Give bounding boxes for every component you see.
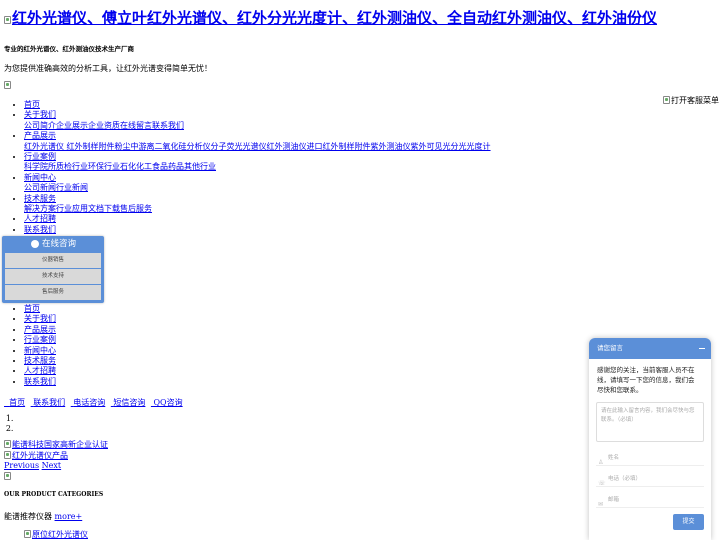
carousel-controls: Previous Next — [4, 461, 108, 472]
nav-link-home[interactable]: 首页 — [24, 100, 40, 109]
quick-link-phone[interactable]: 电话咨询 — [71, 398, 105, 407]
quick-link-qq[interactable]: QQ咨询 — [151, 398, 182, 407]
consult-aftersale-button[interactable]: 售后服务 — [5, 285, 101, 300]
banner-image-3 — [4, 471, 108, 483]
nav2-item: 人才招聘 — [24, 366, 56, 376]
nav2-link-contact[interactable]: 联系我们 — [24, 377, 56, 386]
online-consult-title: 在线咨询 — [42, 239, 77, 249]
recommend-item[interactable]: 原位红外光谱仪 — [24, 529, 88, 540]
nav-item-about: 关于我们公司简介企业展示企业资质在线留言联系我们 — [24, 110, 491, 131]
submit-button[interactable]: 提交 — [673, 514, 704, 530]
nav-link-products[interactable]: 产品展示 — [24, 131, 56, 140]
tagline-strong: 专业的红外光谱仪、红外测油仪技术生产厂商 — [4, 45, 134, 53]
nav-item-news: 新闻中心公司新闻行业新闻 — [24, 173, 491, 194]
quick-link-sms[interactable]: 短信咨询 — [111, 398, 145, 407]
carousel-prev-button[interactable]: Previous — [4, 461, 39, 470]
phone-icon: ☏ — [598, 480, 606, 487]
broken-image-icon — [4, 16, 11, 24]
nav-sub-news[interactable]: 公司新闻行业新闻 — [0, 183, 491, 193]
nav2-link-jobs[interactable]: 人才招聘 — [24, 366, 56, 375]
nav-item-products: 产品展示红外光谱仪 红外制样附件粉尘中游离二氧化硅分析仪分子荧光光谱仪红外测油仪… — [24, 131, 491, 152]
phone-placeholder: 电话（必填） — [608, 476, 642, 482]
nav2-link-products[interactable]: 产品展示 — [24, 325, 56, 334]
chat-bubble-icon — [31, 240, 39, 248]
nav2-item: 新闻中心 — [24, 346, 56, 356]
email-field[interactable]: ✉ 邮箱 — [596, 493, 704, 508]
nav2-link-about[interactable]: 关于我们 — [24, 314, 56, 323]
message-textarea[interactable]: 请在此输入留言内容，我们会尽快与您联系。（必填） — [596, 402, 704, 442]
open-service-menu-button[interactable]: 打开客服菜单 — [663, 95, 719, 106]
quick-link-home[interactable]: 首页 — [4, 398, 25, 407]
recommend-item-alt[interactable]: 原位红外光谱仪 — [32, 530, 88, 539]
banner-alt-2[interactable]: 红外光谱仪产品 — [12, 451, 68, 460]
nav2-item: 首页 — [24, 304, 56, 314]
nav-link-news[interactable]: 新闻中心 — [24, 173, 56, 182]
offline-notice: 感谢您的关注，当前客服人员不在 线，请填写一下您的信息，我们会 尽快和您联系。 — [597, 366, 695, 394]
consult-sales-button[interactable]: 仪器销售 — [5, 253, 101, 268]
broken-image-icon — [4, 81, 11, 89]
online-consult-panel: 在线咨询 仪器销售 技术支持 售后服务 — [2, 236, 104, 303]
minimize-icon[interactable] — [699, 348, 705, 349]
main-nav: 首页 关于我们公司简介企业展示企业资质在线留言联系我们 产品展示红外光谱仪 红外… — [0, 100, 491, 235]
nav-link-cases[interactable]: 行业案例 — [24, 152, 56, 161]
leave-message-title: 请您留言 — [597, 344, 623, 352]
nav2-item: 联系我们 — [24, 377, 56, 387]
nav-item-cases: 行业案例科学院所质检行业环保行业石化化工食品药品其他行业 — [24, 152, 491, 173]
nav-link-tech[interactable]: 技术服务 — [24, 194, 56, 203]
nav2-item: 产品展示 — [24, 325, 56, 335]
nav2-item: 技术服务 — [24, 356, 56, 366]
nav-sub-tech[interactable]: 解决方案行业应用文档下载售后服务 — [0, 204, 491, 214]
nav2-link-tech[interactable]: 技术服务 — [24, 356, 56, 365]
site-title[interactable]: 红外光谱仪、傅立叶红外光谱仪、红外分光光度计、红外测油仪、全自动红外测油仪、红外… — [12, 9, 657, 27]
nav-link-contact[interactable]: 联系我们 — [24, 225, 56, 234]
broken-image-icon — [24, 530, 31, 538]
banner-alt-1[interactable]: 能谱科技国家高新企业认证 — [12, 440, 108, 449]
broken-image-icon — [4, 450, 11, 459]
logo-image — [4, 81, 12, 90]
nav-link-about[interactable]: 关于我们 — [24, 110, 56, 119]
online-consult-header[interactable]: 在线咨询 — [2, 236, 104, 253]
nav-sub-products[interactable]: 红外光谱仪 红外制样附件粉尘中游离二氧化硅分析仪分子荧光光谱仪红外测油仪进口红外… — [0, 142, 491, 152]
nav-sub-about[interactable]: 公司简介企业展示企业资质在线留言联系我们 — [0, 121, 491, 131]
broken-image-icon — [663, 96, 670, 104]
broken-image-icon — [4, 440, 11, 448]
open-service-menu-alt: 打开客服菜单 — [671, 96, 719, 105]
broken-image-icon — [4, 471, 11, 480]
product-categories-title: OUR PRODUCT CATEGORIES — [4, 491, 104, 498]
nav-item-tech: 技术服务解决方案行业应用文档下载售后服务 — [24, 194, 491, 215]
slide-indicators — [0, 414, 16, 435]
nav2-link-news[interactable]: 新闻中心 — [24, 346, 56, 355]
nav-item-contact: 联系我们 — [24, 225, 491, 235]
banner-carousel: 能谱科技国家高新企业认证 红外光谱仪产品 Previous Next — [4, 440, 108, 482]
leave-message-header[interactable]: 请您留言 — [589, 338, 711, 359]
mail-icon: ✉ — [598, 501, 604, 508]
nav-item-home: 首页 — [24, 100, 491, 110]
nav2-item: 行业案例 — [24, 335, 56, 345]
tagline: 为您提供准确高效的分析工具，让红外光谱变得简单无忧！ — [4, 64, 212, 73]
nav2-item: 关于我们 — [24, 314, 56, 324]
nav2-link-cases[interactable]: 行业案例 — [24, 335, 56, 344]
nav-sub-cases[interactable]: 科学院所质检行业环保行业石化化工食品药品其他行业 — [0, 162, 491, 172]
more-link[interactable]: more+ — [55, 512, 83, 521]
name-field[interactable]: ♙ 姓名 — [596, 451, 704, 466]
banner-item-1[interactable]: 能谱科技国家高新企业认证 — [4, 440, 108, 451]
quick-link-contact[interactable]: 联系我们 — [31, 398, 65, 407]
banner-item-2[interactable]: 红外光谱仪产品 — [4, 450, 108, 462]
nav-item-jobs: 人才招聘 — [24, 214, 491, 224]
secondary-nav: 首页 关于我们 产品展示 行业案例 新闻中心 技术服务 人才招聘 联系我们 — [0, 304, 56, 387]
consult-support-button[interactable]: 技术支持 — [5, 269, 101, 284]
email-placeholder: 邮箱 — [608, 497, 620, 503]
user-icon: ♙ — [598, 459, 604, 466]
phone-field[interactable]: ☏ 电话（必填） — [596, 472, 704, 487]
quick-links-bar: 首页 联系我们 电话咨询 短信咨询 QQ咨询 — [4, 397, 186, 408]
leave-message-widget: 请您留言 感谢您的关注，当前客服人员不在 线，请填写一下您的信息，我们会 尽快和… — [589, 338, 711, 540]
recommend-label: 能谱推荐仪器 — [4, 512, 52, 521]
site-title-link[interactable]: 红外光谱仪、傅立叶红外光谱仪、红外分光光度计、红外测油仪、全自动红外测油仪、红外… — [4, 7, 657, 28]
nav2-link-home[interactable]: 首页 — [24, 304, 40, 313]
recommend-heading: 能谱推荐仪器 more+ — [4, 511, 82, 522]
name-placeholder: 姓名 — [608, 455, 620, 461]
carousel-next-button[interactable]: Next — [42, 461, 61, 470]
nav-link-jobs[interactable]: 人才招聘 — [24, 214, 56, 223]
